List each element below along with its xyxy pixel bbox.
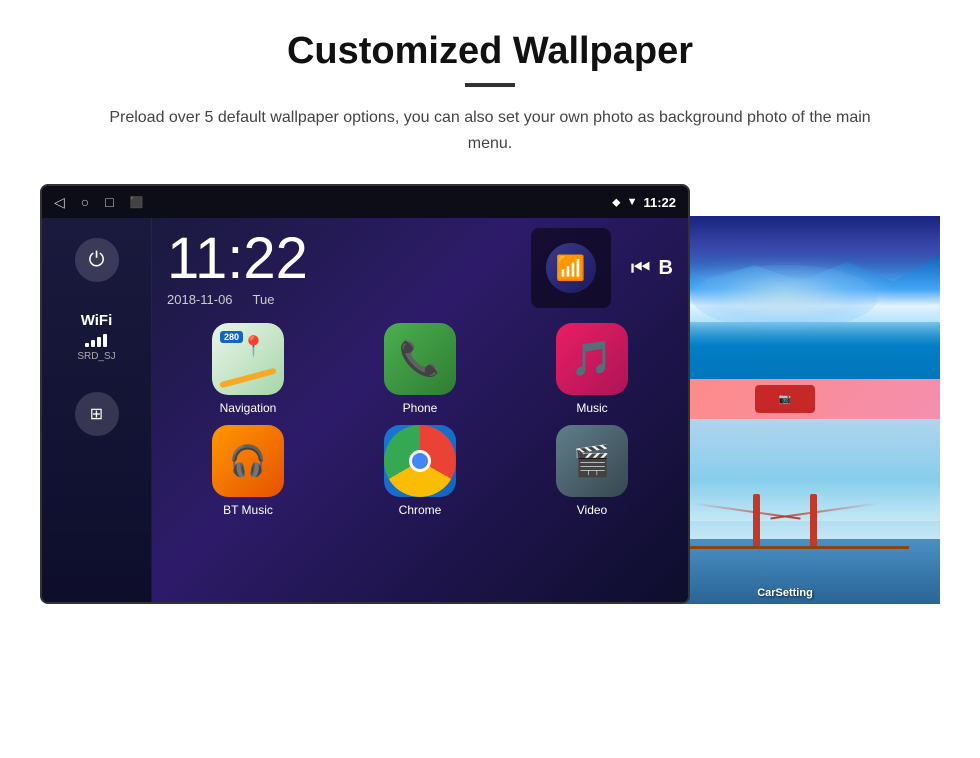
wifi-ssid: SRD_SJ [77, 351, 115, 362]
chrome-label: Chrome [399, 503, 442, 517]
music-icon: 🎵 [571, 339, 613, 379]
apps-grid-icon: ⊞ [90, 404, 103, 424]
video-icon: 🎬 [573, 444, 610, 479]
wifi-bar-4 [103, 334, 107, 347]
clock-date: 2018-11-06 Tue [167, 292, 511, 307]
android-screen-wrapper: ◁ ○ □ ⬛ ⬥ ▼ 11:22 ⏻ [40, 184, 940, 604]
clock-time: 11:22 [167, 230, 511, 288]
bluetooth-media-icon: B [659, 257, 673, 280]
app-grid: 280 📍 Navigation 📞 [167, 323, 673, 517]
media-widget: 📶 [531, 228, 611, 308]
location-icon: ⬥ [612, 195, 620, 210]
map-road [219, 367, 276, 388]
wifi-label: WiFi [77, 312, 115, 329]
title-divider [465, 83, 515, 87]
video-label: Video [577, 503, 607, 517]
clock-block: 11:22 2018-11-06 Tue [167, 230, 511, 307]
bridge-tower-right [810, 494, 817, 549]
wifi-info: WiFi SRD_SJ [77, 312, 115, 362]
status-nav-icons: ◁ ○ □ ⬛ [54, 194, 143, 211]
carsetting-label: CarSetting [757, 587, 813, 599]
clock-area: 11:22 2018-11-06 Tue 📶 ⏮ [167, 228, 673, 308]
power-button[interactable]: ⏻ [75, 238, 119, 282]
app-item-bt-music[interactable]: 🎧 BT Music [167, 425, 329, 517]
phone-label: Phone [403, 401, 438, 415]
video-app-icon[interactable]: 🎬 [556, 425, 628, 497]
power-icon: ⏻ [89, 249, 105, 272]
app-item-chrome[interactable]: Chrome [339, 425, 501, 517]
wifi-signal-icon: 📶 [556, 254, 586, 283]
wifi-bar-2 [91, 340, 95, 347]
bt-music-app-icon[interactable]: 🎧 [212, 425, 284, 497]
chrome-ring [384, 425, 456, 497]
nav-map-graphic: 280 📍 [212, 323, 284, 395]
wifi-bars [77, 333, 115, 347]
sidebar: ⏻ WiFi SRD_SJ ⊞ [42, 218, 152, 604]
main-content: ⏻ WiFi SRD_SJ ⊞ [42, 218, 688, 604]
wifi-bar-3 [97, 337, 101, 347]
map-pin-icon: 📍 [241, 334, 266, 359]
back-icon[interactable]: ◁ [54, 194, 65, 211]
clock-date-value: 2018-11-06 [167, 292, 233, 307]
home-icon[interactable]: ○ [81, 194, 89, 210]
music-label: Music [576, 401, 607, 415]
bridge-towers [753, 494, 817, 549]
navigation-label: Navigation [220, 401, 277, 415]
bridge-deck [661, 546, 909, 549]
map-badge: 280 [220, 331, 243, 343]
app-item-video[interactable]: 🎬 Video [511, 425, 673, 517]
status-right: ⬥ ▼ 11:22 [612, 195, 676, 210]
page-title: Customized Wallpaper [287, 30, 693, 73]
android-device: ◁ ○ □ ⬛ ⬥ ▼ 11:22 ⏻ [40, 184, 690, 604]
screenshot-icon[interactable]: ⬛ [130, 196, 144, 209]
clock-day: Tue [253, 292, 275, 307]
wifi-bar-1 [85, 343, 89, 347]
media-icon: 📶 [546, 243, 596, 293]
center-content: 11:22 2018-11-06 Tue 📶 ⏮ [152, 218, 688, 604]
status-bar: ◁ ○ □ ⬛ ⬥ ▼ 11:22 [42, 186, 688, 218]
phone-app-icon[interactable]: 📞 [384, 323, 456, 395]
page-description: Preload over 5 default wallpaper options… [100, 105, 880, 156]
app-item-phone[interactable]: 📞 Phone [339, 323, 501, 415]
chrome-app-icon[interactable] [384, 425, 456, 497]
chrome-center [409, 450, 431, 472]
status-time: 11:22 [643, 195, 676, 210]
wifi-icon: ▼ [627, 196, 638, 208]
media-controls: ⏮ B [631, 255, 673, 281]
bt-music-icon: 🎧 [229, 444, 266, 479]
music-app-icon[interactable]: 🎵 [556, 323, 628, 395]
app-item-music[interactable]: 🎵 Music [511, 323, 673, 415]
wallpaper-divider-icon: 📷 [779, 394, 791, 405]
phone-icon: 📞 [399, 339, 441, 379]
wallpaper-divider-graphic: 📷 [755, 385, 815, 413]
app-item-navigation[interactable]: 280 📍 Navigation [167, 323, 329, 415]
bt-music-label: BT Music [223, 503, 273, 517]
ice-glow [692, 265, 878, 330]
navigation-app-icon[interactable]: 280 📍 [212, 323, 284, 395]
prev-track-icon[interactable]: ⏮ [631, 255, 651, 281]
recent-icon[interactable]: □ [105, 194, 113, 210]
bridge-tower-left [753, 494, 760, 549]
apps-grid-button[interactable]: ⊞ [75, 392, 119, 436]
